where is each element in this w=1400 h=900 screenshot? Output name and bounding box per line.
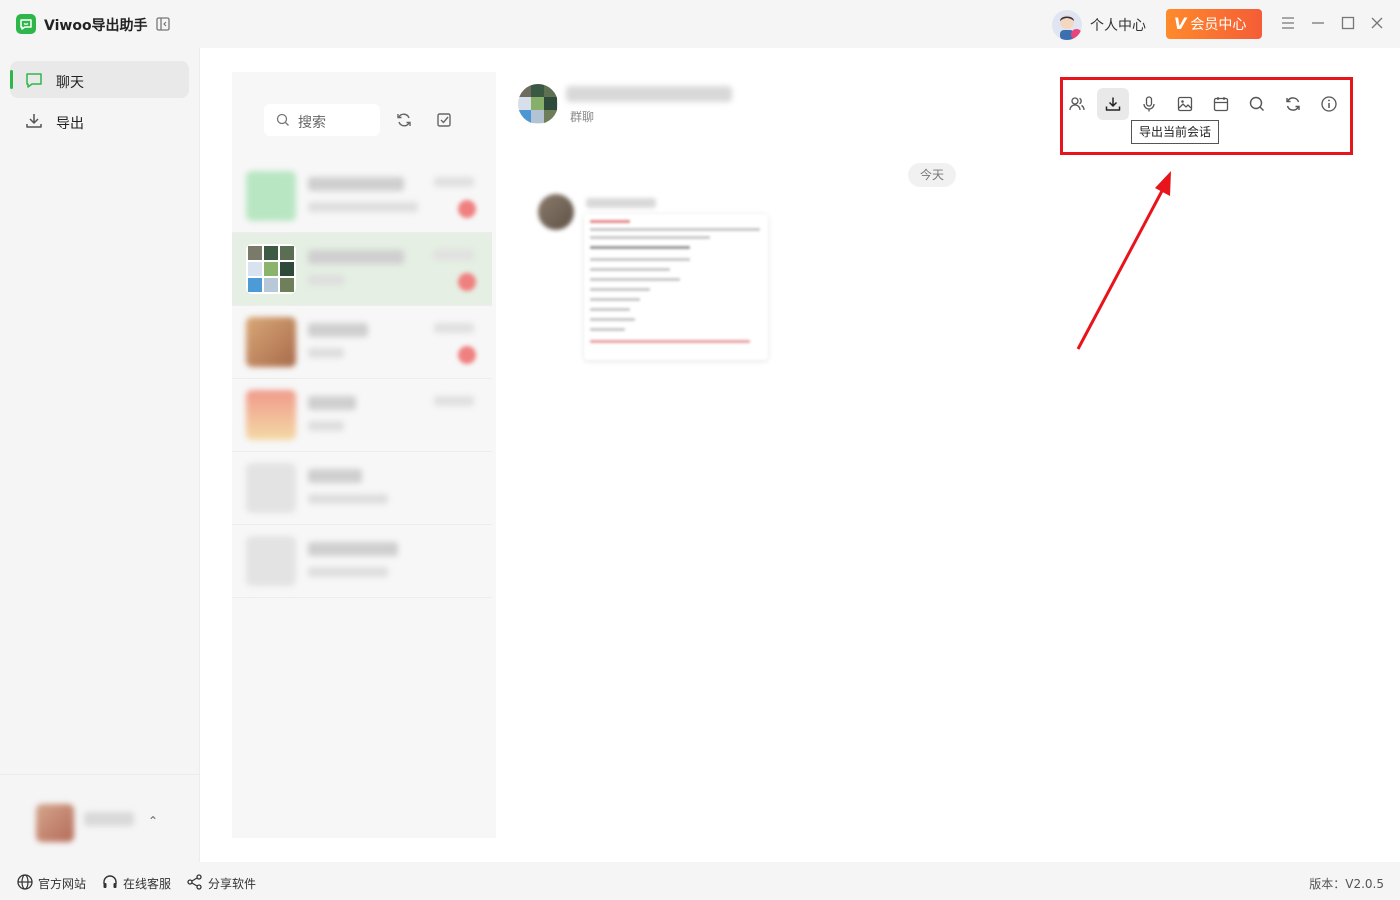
- refresh-list-icon[interactable]: [395, 111, 413, 129]
- app-title: Viwoo导出助手: [44, 18, 148, 34]
- headset-icon: [103, 875, 117, 888]
- date-divider: 今天: [908, 163, 956, 187]
- session-item[interactable]: [232, 306, 492, 379]
- group-avatar[interactable]: [518, 84, 558, 124]
- nav-item-export[interactable]: 导出: [10, 102, 189, 139]
- session-time: [434, 177, 474, 187]
- session-time: [434, 323, 474, 333]
- session-name: [308, 177, 404, 191]
- conversation-type: 群聊: [570, 110, 595, 124]
- session-preview: [308, 494, 388, 504]
- vip-badge: V: [1174, 14, 1187, 33]
- session-preview: [308, 421, 344, 431]
- session-item[interactable]: [232, 525, 492, 598]
- search-icon: [276, 113, 289, 126]
- minimize-icon[interactable]: [1309, 14, 1327, 32]
- download-icon: [26, 114, 42, 128]
- my-avatar[interactable]: [36, 804, 74, 842]
- session-item[interactable]: [232, 379, 492, 452]
- session-name: [308, 542, 398, 556]
- session-avatar: [246, 536, 296, 586]
- session-avatar: [246, 390, 296, 440]
- highlight-box: [1060, 77, 1353, 155]
- unread-badge: [458, 273, 476, 291]
- nav-divider: [0, 774, 199, 775]
- close-icon[interactable]: [1368, 14, 1386, 32]
- app-logo-icon: [16, 14, 36, 34]
- chevron-up-icon[interactable]: ⌃: [148, 814, 158, 828]
- session-preview: [308, 202, 418, 212]
- share-software-link[interactable]: 分享软件: [186, 873, 260, 891]
- multi-select-icon[interactable]: [435, 111, 453, 129]
- vip-verified-icon: [1071, 29, 1082, 40]
- version-label: 版本：V2.0.5: [1309, 877, 1384, 891]
- sidebar-toggle-icon[interactable]: [155, 16, 171, 32]
- online-support-label: 在线客服: [123, 877, 172, 891]
- session-time: [434, 396, 474, 406]
- vip-center-label: 会员中心: [1190, 17, 1247, 33]
- user-avatar[interactable]: [1052, 10, 1082, 40]
- unread-badge: [458, 346, 476, 364]
- message-file-card[interactable]: [584, 214, 768, 360]
- user-center-link[interactable]: 个人中心: [1090, 15, 1146, 35]
- session-avatar: [246, 317, 296, 367]
- search-placeholder: 搜索: [298, 115, 326, 131]
- conversation-title: [566, 86, 732, 102]
- session-avatar: [246, 463, 296, 513]
- maximize-icon[interactable]: [1339, 14, 1357, 32]
- share-software-label: 分享软件: [208, 877, 257, 891]
- nav-item-label: 聊天: [56, 75, 84, 91]
- globe-icon: [17, 874, 33, 890]
- session-list: 搜索: [232, 72, 496, 838]
- session-item[interactable]: [232, 160, 492, 233]
- menu-icon[interactable]: [1279, 14, 1297, 32]
- session-preview: [308, 567, 388, 577]
- sender-name: [586, 198, 656, 208]
- annotation-arrow: [1076, 171, 1171, 350]
- status-bar: 官方网站 在线客服 分享软件 版本：V2.0.5: [0, 862, 1400, 900]
- share-icon: [187, 874, 202, 890]
- session-preview: [308, 275, 344, 285]
- nav-item-label: 导出: [56, 116, 84, 132]
- vip-center-button[interactable]: V 会员中心: [1166, 9, 1262, 39]
- session-avatar: [246, 171, 296, 221]
- chat-bubble-icon: [26, 73, 42, 88]
- session-preview: [308, 348, 344, 358]
- unread-badge: [458, 200, 476, 218]
- session-item[interactable]: [232, 452, 492, 525]
- session-name: [308, 250, 404, 264]
- session-time: [434, 250, 474, 260]
- sender-avatar[interactable]: [538, 194, 574, 230]
- official-website-label: 官方网站: [38, 877, 87, 891]
- active-indicator: [10, 70, 13, 89]
- left-navigation: 聊天 导出 ⌃: [0, 48, 200, 862]
- official-website-link[interactable]: 官方网站: [16, 873, 90, 891]
- my-name: [84, 812, 134, 826]
- session-item-selected[interactable]: [232, 233, 492, 306]
- session-name: [308, 396, 356, 410]
- session-name: [308, 469, 362, 483]
- session-name: [308, 323, 368, 337]
- group-avatar: [246, 244, 296, 294]
- search-input[interactable]: 搜索: [264, 104, 380, 136]
- online-support-link[interactable]: 在线客服: [101, 873, 175, 891]
- nav-item-chat[interactable]: 聊天: [10, 61, 189, 98]
- title-bar: Viwoo导出助手 个人中心 V 会员中心: [0, 0, 1400, 48]
